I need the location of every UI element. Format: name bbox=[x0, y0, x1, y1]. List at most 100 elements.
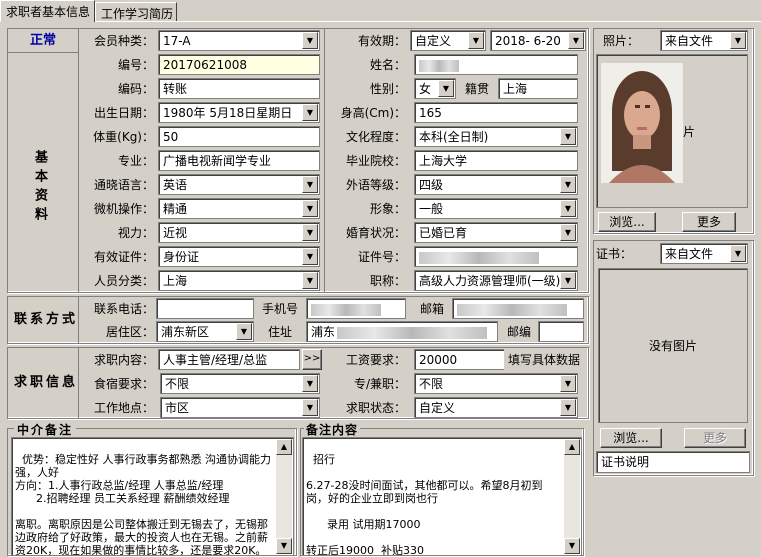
language-level-label: 外语等级： bbox=[345, 178, 406, 192]
gender-select[interactable]: 女 ▼ bbox=[414, 78, 456, 99]
valid-cert-label: 有效证件： bbox=[93, 250, 154, 264]
education-select[interactable]: 本科(全日制) ▼ bbox=[414, 126, 578, 147]
cert-desc-field[interactable]: 证书说明 bbox=[596, 451, 750, 473]
chevron-down-icon: ▼ bbox=[560, 128, 576, 145]
computer-select[interactable]: 精通 ▼ bbox=[158, 198, 320, 219]
salary-label: 工资要求： bbox=[345, 353, 406, 367]
major-field[interactable]: 广播电视新闻学专业 bbox=[158, 150, 320, 171]
appearance-select[interactable]: 一般 ▼ bbox=[414, 198, 578, 219]
code-field[interactable]: 转账 bbox=[158, 78, 320, 99]
member-type-label: 会员种类： bbox=[93, 34, 154, 48]
mobile-field[interactable] bbox=[306, 298, 406, 319]
job-content-field[interactable]: 人事主管/经理/总监 bbox=[158, 349, 300, 370]
chevron-down-icon: ▼ bbox=[302, 375, 318, 392]
cert-source-select[interactable]: 来自文件 ▼ bbox=[660, 243, 748, 264]
name-label: 姓名： bbox=[369, 58, 406, 72]
job-type-select[interactable]: 不限 ▼ bbox=[414, 373, 578, 394]
cert-source-value: 来自文件 bbox=[665, 247, 714, 261]
vision-select[interactable]: 近视 ▼ bbox=[158, 222, 320, 243]
address-value: 浦东 bbox=[311, 325, 336, 339]
agency-note-textarea[interactable]: 优势：稳定性好 人事行政事务都熟悉 沟通协调能力强，人好 方向：1.人事行政总监… bbox=[11, 437, 294, 556]
agency-note-scrollbar[interactable]: ▲ ▼ bbox=[276, 439, 292, 554]
vision-label: 视力： bbox=[117, 226, 154, 240]
board-select[interactable]: 不限 ▼ bbox=[160, 373, 320, 394]
chevron-down-icon: ▼ bbox=[730, 245, 746, 262]
scroll-up-icon[interactable]: ▲ bbox=[564, 439, 580, 455]
zip-field[interactable] bbox=[538, 321, 584, 342]
computer-label: 微机操作： bbox=[93, 202, 154, 216]
name-field[interactable] bbox=[414, 54, 578, 75]
email-field[interactable] bbox=[452, 298, 584, 319]
location-select[interactable]: 市区 ▼ bbox=[160, 397, 320, 418]
validity-date-picker[interactable]: 2018- 6-20 ▼ bbox=[490, 30, 586, 51]
language-select[interactable]: 英语 ▼ bbox=[158, 174, 320, 195]
chevron-down-icon: ▼ bbox=[560, 200, 576, 217]
portrait-image bbox=[601, 63, 683, 183]
address-label: 住址 bbox=[267, 325, 292, 339]
section-basic: 基本资料 bbox=[32, 150, 47, 226]
native-label: 籍贯 bbox=[464, 82, 489, 96]
board-label: 食宿要求： bbox=[93, 377, 154, 391]
job-content-more-button[interactable]: >> bbox=[302, 349, 322, 370]
chevron-down-icon: ▼ bbox=[568, 32, 584, 49]
computer-value: 精通 bbox=[163, 202, 188, 216]
chevron-down-icon: ▼ bbox=[560, 272, 576, 289]
valid-cert-value: 身份证 bbox=[163, 250, 200, 264]
remark-scrollbar[interactable]: ▲ ▼ bbox=[564, 439, 580, 554]
language-label: 通晓语言： bbox=[93, 178, 154, 192]
tab-resume[interactable]: 工作学习简历 bbox=[95, 2, 177, 21]
scroll-down-icon[interactable]: ▼ bbox=[276, 538, 292, 554]
address-field[interactable]: 浦东 bbox=[306, 321, 498, 342]
tab-label: 工作学习简历 bbox=[101, 7, 174, 21]
category-label: 人员分类： bbox=[93, 274, 154, 288]
tab-basic-info[interactable]: 求职者基本信息 bbox=[0, 0, 95, 22]
chevron-down-icon: ▼ bbox=[302, 248, 318, 265]
gender-value: 女 bbox=[419, 82, 432, 96]
cert-more-button[interactable]: 更多 bbox=[684, 428, 746, 448]
category-select[interactable]: 上海 ▼ bbox=[158, 270, 320, 291]
validity-label: 有效期： bbox=[357, 34, 406, 48]
member-type-value: 17-A bbox=[163, 34, 191, 48]
native-field[interactable]: 上海 bbox=[498, 78, 578, 99]
chevron-down-icon: ▼ bbox=[302, 224, 318, 241]
cert-empty-text: 没有图片 bbox=[648, 339, 697, 353]
id-label: 编号： bbox=[117, 58, 154, 72]
weight-field[interactable]: 50 bbox=[158, 126, 320, 147]
birth-date-picker[interactable]: 1980年 5月18日星期日 ▼ bbox=[158, 102, 320, 123]
job-state-select[interactable]: 自定义 ▼ bbox=[414, 397, 578, 418]
cert-browse-button[interactable]: 浏览... bbox=[600, 428, 662, 448]
id-field[interactable]: 20170621008 bbox=[158, 54, 320, 75]
scroll-up-icon[interactable]: ▲ bbox=[276, 439, 292, 455]
chevron-down-icon: ▼ bbox=[468, 32, 484, 49]
chevron-down-icon: ▼ bbox=[302, 32, 318, 49]
zip-label: 邮编 bbox=[506, 325, 531, 339]
phone-field[interactable] bbox=[156, 298, 254, 319]
tab-label: 求职者基本信息 bbox=[6, 5, 91, 19]
chevron-down-icon: ▼ bbox=[560, 375, 576, 392]
cert-no-field[interactable] bbox=[414, 246, 578, 267]
marital-select[interactable]: 已婚已育 ▼ bbox=[414, 222, 578, 243]
language-level-select[interactable]: 四级 ▼ bbox=[414, 174, 578, 195]
salary-field[interactable]: 20000 bbox=[414, 349, 504, 370]
chevron-down-icon: ▼ bbox=[560, 176, 576, 193]
photo-source-select[interactable]: 来自文件 ▼ bbox=[660, 30, 748, 51]
photo-more-button[interactable]: 更多 bbox=[682, 212, 736, 232]
title-select[interactable]: 高级人力资源管理师(一级) ▼ bbox=[414, 270, 578, 291]
member-type-select[interactable]: 17-A ▼ bbox=[158, 30, 320, 51]
category-value: 上海 bbox=[163, 274, 188, 288]
district-select[interactable]: 浦东新区 ▼ bbox=[156, 321, 254, 342]
remark-textarea[interactable]: 招行 6.27-28没时间面试，其他都可以。希望8月初到岗，好的企业立即到岗也行… bbox=[302, 437, 582, 556]
valid-cert-select[interactable]: 身份证 ▼ bbox=[158, 246, 320, 267]
birth-label: 出生日期： bbox=[93, 106, 154, 120]
validity-mode-value: 自定义 bbox=[415, 34, 452, 48]
location-label: 工作地点： bbox=[93, 401, 154, 415]
validity-mode-select[interactable]: 自定义 ▼ bbox=[410, 30, 486, 51]
height-field[interactable]: 165 bbox=[414, 102, 578, 123]
marital-value: 已婚已育 bbox=[419, 226, 468, 240]
section-job: 求职信息 bbox=[14, 375, 79, 390]
photo-browse-button[interactable]: 浏览... bbox=[598, 212, 656, 232]
school-field[interactable]: 上海大学 bbox=[414, 150, 578, 171]
scroll-down-icon[interactable]: ▼ bbox=[564, 538, 580, 554]
gender-label: 性别： bbox=[369, 82, 406, 96]
chevron-down-icon: ▼ bbox=[236, 323, 252, 340]
